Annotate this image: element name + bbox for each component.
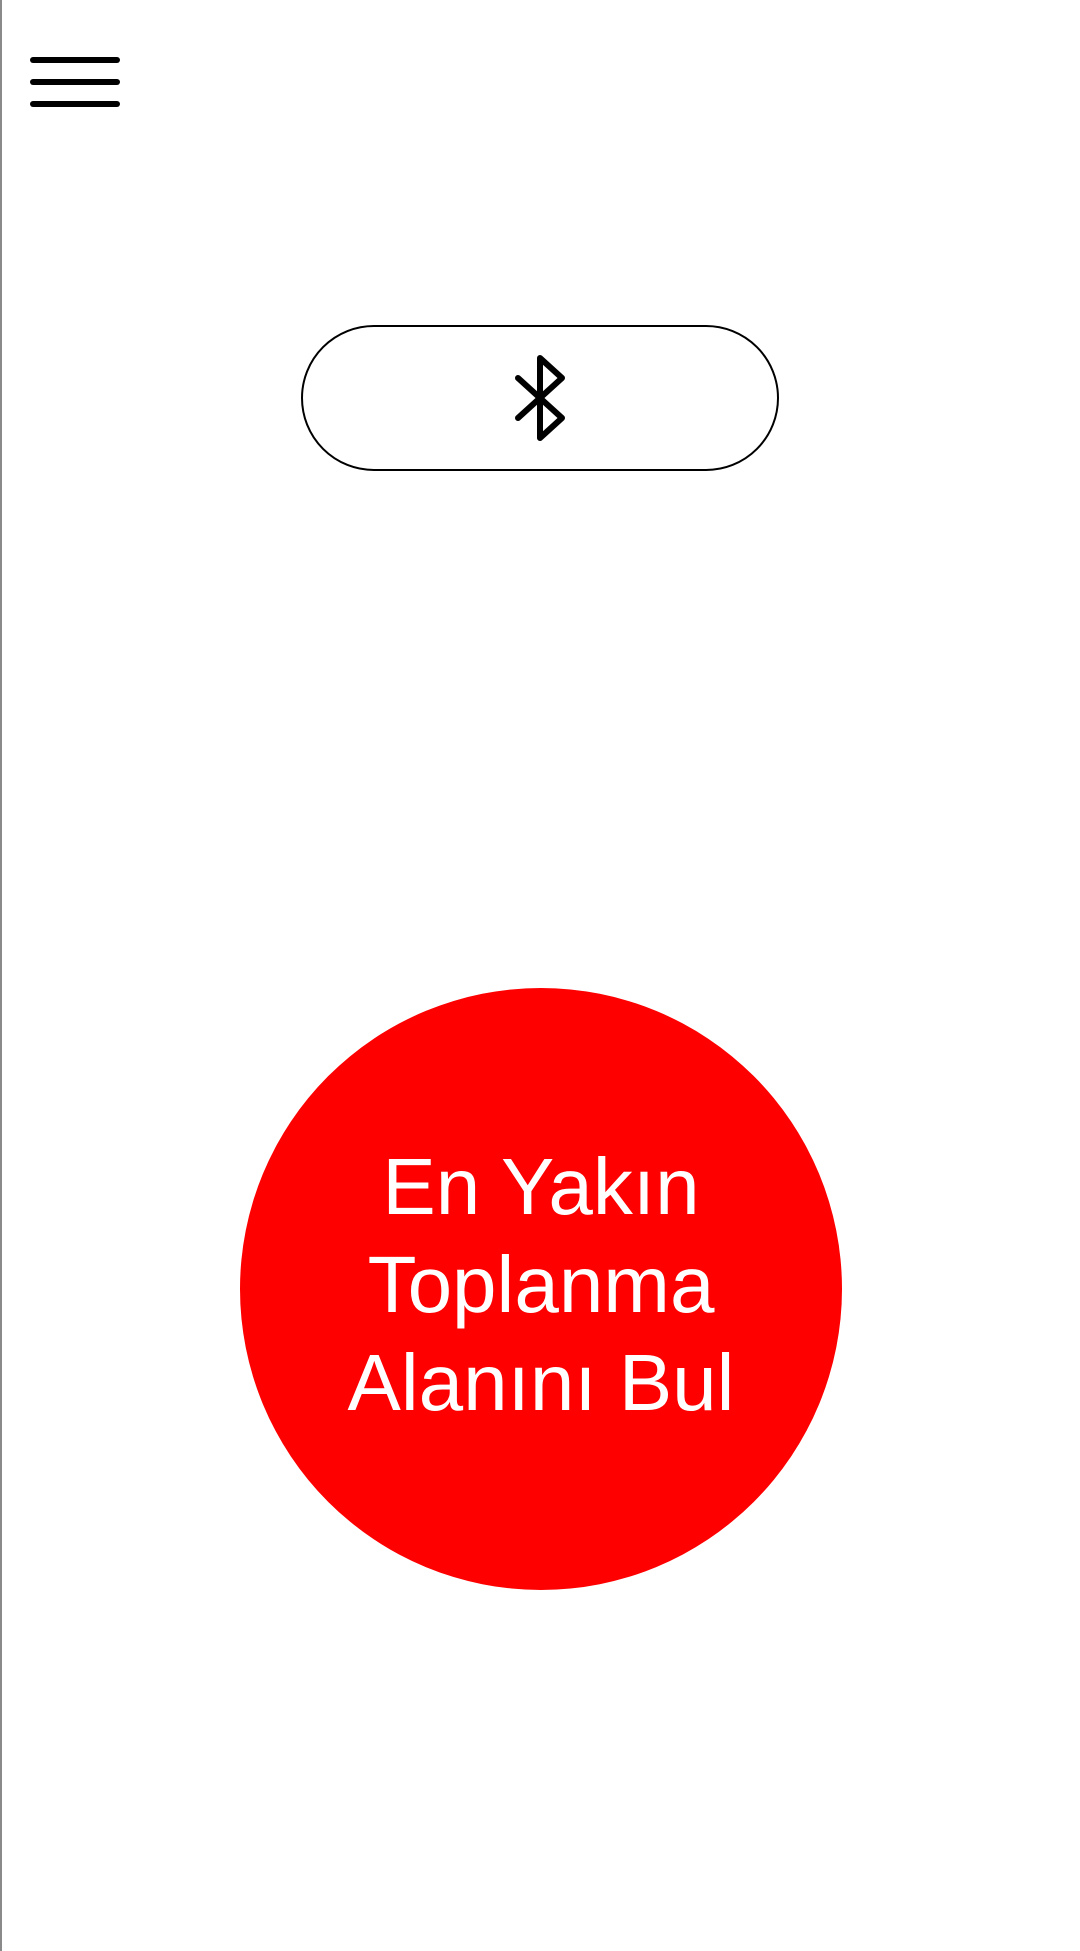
hamburger-menu-icon-bar	[30, 79, 120, 85]
bluetooth-icon	[515, 355, 565, 441]
find-button-label-line: Alanını Bul	[347, 1338, 735, 1427]
hamburger-menu-icon	[30, 57, 120, 63]
menu-button[interactable]	[18, 42, 134, 126]
hamburger-menu-icon-bar	[30, 101, 120, 107]
find-nearest-assembly-area-button[interactable]: En Yakın Toplanma Alanını Bul	[240, 988, 842, 1590]
main-screen: En Yakın Toplanma Alanını Bul	[0, 0, 1080, 1951]
find-button-label-line: Toplanma	[367, 1240, 715, 1329]
find-button-label-line: En Yakın	[382, 1142, 700, 1231]
find-button-label: En Yakın Toplanma Alanını Bul	[240, 1138, 842, 1432]
screen-left-border	[0, 0, 2, 1951]
